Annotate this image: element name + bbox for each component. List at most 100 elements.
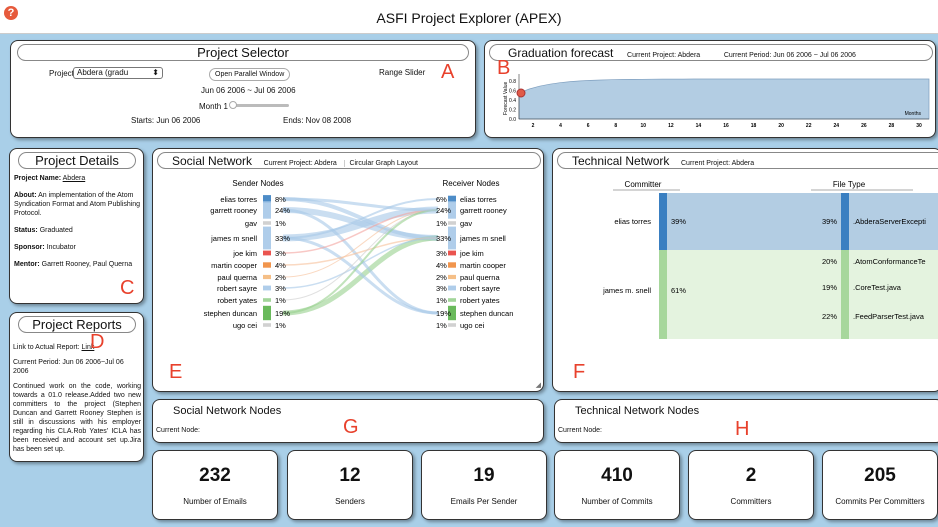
ends-text: Ends: Nov 08 2008 bbox=[283, 116, 352, 125]
receiver-name: robert sayre bbox=[460, 284, 500, 293]
project-name-link[interactable]: Abdera bbox=[63, 175, 86, 182]
forecast-x-tick: 18 bbox=[751, 123, 757, 129]
label-d: D bbox=[90, 331, 105, 353]
file-pct: 39% bbox=[822, 217, 837, 226]
forecast-y-tick: 0.2 bbox=[509, 108, 516, 114]
receiver-pct: 2% bbox=[436, 273, 447, 282]
project-name-label: Project Name: bbox=[14, 175, 62, 182]
file-bar bbox=[841, 193, 849, 250]
sender-header: Sender Nodes bbox=[232, 179, 283, 188]
receiver-pct: 1% bbox=[436, 296, 447, 305]
sender-pct: 8% bbox=[275, 195, 286, 204]
sender-bar bbox=[263, 221, 271, 225]
status-label: Status: bbox=[14, 227, 38, 234]
forecast-chart: 0.80.60.40.20.02 4 6 8 10 12 14 16 18 20 22 24 26 28 3… bbox=[503, 74, 930, 129]
month-slider-thumb[interactable] bbox=[229, 101, 237, 109]
resize-grip-icon[interactable]: ◢ bbox=[536, 381, 541, 389]
sender-name: paul querna bbox=[217, 273, 257, 282]
open-parallel-window-button[interactable]: Open Parallel Window bbox=[209, 68, 291, 81]
forecast-x-tick: 6 bbox=[587, 123, 590, 129]
label-b: B bbox=[497, 57, 511, 79]
receiver-name: ugo cei bbox=[460, 321, 485, 330]
forecast-area bbox=[518, 78, 930, 120]
receiver-pct: 6% bbox=[436, 195, 447, 204]
report-link-label: Link to Actual Report: bbox=[13, 344, 80, 351]
range-slider-label[interactable]: Range Slider bbox=[379, 68, 425, 77]
sender-name: garrett rooney bbox=[210, 206, 257, 215]
stat-value: 205 bbox=[864, 465, 896, 486]
forecast-x-tick: 12 bbox=[668, 123, 674, 129]
title-bar: ? ASFI Project Explorer (APEX) bbox=[0, 0, 938, 34]
network-flow bbox=[282, 236, 439, 315]
file-name: .FeedParserTest.java bbox=[853, 312, 925, 321]
forecast-y-label: Forecast Value bbox=[503, 82, 509, 115]
sender-name: ugo cei bbox=[233, 321, 258, 330]
project-select[interactable]: Abdera (gradu ⬍ bbox=[73, 67, 163, 79]
receiver-bar bbox=[448, 262, 456, 268]
project-details-panel: Project Details Project Name: Abdera Abo… bbox=[9, 148, 144, 304]
project-label: Project bbox=[49, 69, 74, 78]
sender-name: martin cooper bbox=[211, 261, 257, 270]
receiver-name: garrett rooney bbox=[460, 206, 507, 215]
stat-commits: 410 Number of Commits bbox=[554, 450, 680, 520]
mentor-value: Garrett Rooney, Paul Querna bbox=[41, 261, 133, 268]
forecast-y-tick: 0.0 bbox=[509, 117, 516, 123]
sponsor-label: Sponsor: bbox=[14, 244, 45, 251]
sender-pct: 1% bbox=[275, 321, 286, 330]
committer-name: james m. snell bbox=[602, 286, 651, 295]
receiver-pct: 19% bbox=[436, 309, 451, 318]
technical-network-chart: Committer File Type elias torres 39% james m… bbox=[602, 180, 938, 339]
sender-name: robert yates bbox=[217, 296, 257, 305]
sender-pct: 4% bbox=[275, 261, 286, 270]
label-a: A bbox=[441, 61, 455, 83]
forecast-x-tick: 24 bbox=[834, 123, 840, 129]
starts-text: Starts: Jun 06 2006 bbox=[131, 116, 201, 125]
receiver-bar bbox=[448, 285, 456, 291]
receiver-bar bbox=[448, 250, 456, 256]
stat-value: 2 bbox=[745, 465, 757, 486]
receiver-name: elias torres bbox=[460, 195, 497, 204]
sponsor-value: Incubator bbox=[46, 244, 76, 251]
receiver-name: james m snell bbox=[459, 234, 506, 243]
sender-name: stephen duncan bbox=[204, 309, 257, 318]
label-f: F bbox=[573, 361, 586, 383]
stat-label: Commits Per Committers bbox=[835, 497, 925, 506]
technical-network-panel: Technical Network Current Project: Abder… bbox=[552, 148, 938, 392]
sender-bar bbox=[263, 201, 271, 219]
stat-commits-per-committer: 205 Commits Per Committers bbox=[822, 450, 938, 520]
receiver-pct: 3% bbox=[436, 249, 447, 258]
sender-name: james m snell bbox=[210, 234, 257, 243]
committer-flow-james bbox=[659, 250, 849, 339]
committer-name: elias torres bbox=[614, 217, 651, 226]
sender-pct: 19% bbox=[275, 309, 290, 318]
sender-pct: 3% bbox=[275, 284, 286, 293]
label-c: C bbox=[120, 277, 135, 299]
receiver-name: joe kim bbox=[459, 249, 484, 258]
forecast-y-tick: 0.4 bbox=[509, 98, 516, 104]
social-current-node: Current Node: bbox=[156, 427, 200, 434]
project-reports-title: Project Reports bbox=[18, 316, 136, 333]
month-label: Month 1 bbox=[199, 102, 228, 111]
sender-bar bbox=[263, 285, 271, 291]
app-title: ASFI Project Explorer (APEX) bbox=[376, 10, 562, 26]
label-h: H bbox=[735, 418, 750, 440]
project-selector-title: Project Selector bbox=[17, 44, 469, 61]
sender-bar bbox=[263, 305, 271, 321]
file-pct: 22% bbox=[822, 312, 837, 321]
sender-pct: 1% bbox=[275, 219, 286, 228]
month-slider[interactable] bbox=[229, 101, 289, 109]
forecast-x-tick: 30 bbox=[916, 123, 922, 129]
stat-emails-per-sender: 19 Emails Per Sender bbox=[421, 450, 547, 520]
sender-pct: 2% bbox=[275, 273, 286, 282]
label-e: E bbox=[169, 361, 183, 383]
file-name: .CoreTest.java bbox=[853, 283, 902, 292]
stat-senders: 12 Senders bbox=[287, 450, 413, 520]
receiver-bar bbox=[448, 323, 456, 327]
stat-label: Number of Emails bbox=[183, 497, 247, 506]
sender-pct: 24% bbox=[275, 206, 290, 215]
forecast-x-tick: 26 bbox=[861, 123, 867, 129]
committer-bar bbox=[659, 250, 667, 339]
technical-network-nodes-panel: Technical Network Nodes Current Node: H bbox=[554, 399, 938, 443]
stat-value: 410 bbox=[601, 465, 633, 486]
stat-label: Senders bbox=[335, 497, 365, 506]
